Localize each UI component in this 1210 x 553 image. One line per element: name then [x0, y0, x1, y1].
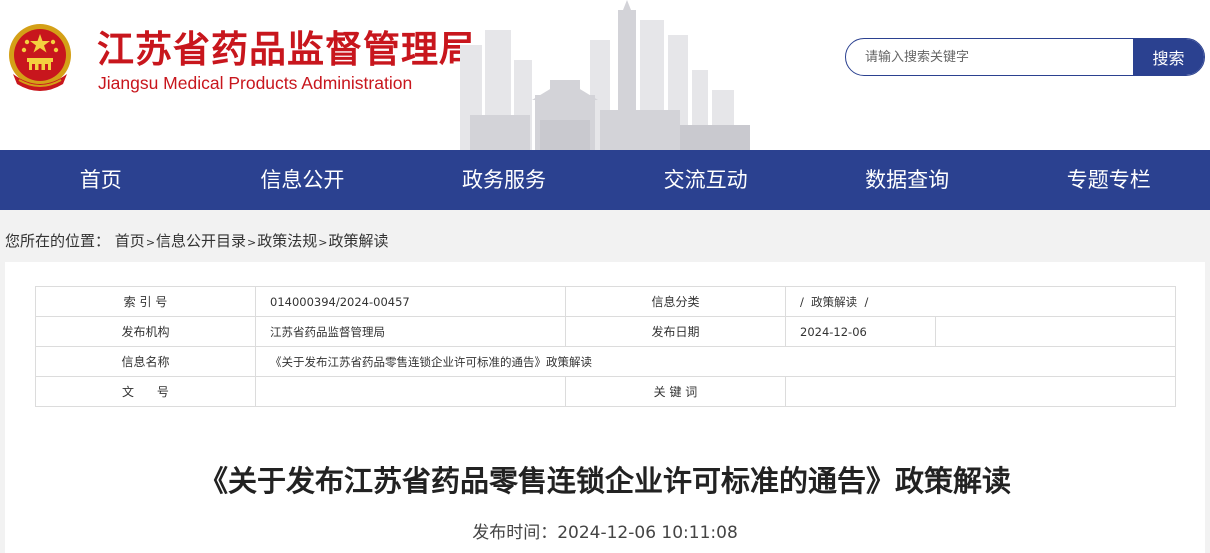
info-name-label: 信息名称 — [35, 346, 256, 377]
publisher-value: 江苏省药品监督管理局 — [255, 316, 566, 347]
publish-date-value: 2024-12-06 — [785, 316, 936, 347]
empty-cell — [935, 316, 1176, 347]
breadcrumb-prefix: 您所在的位置： — [5, 232, 111, 250]
info-meta-table: 索 引 号 014000394/2024-00457 信息分类 / 政策解读 /… — [35, 286, 1176, 407]
search-input[interactable] — [846, 39, 1133, 75]
breadcrumb-link-home[interactable]: 首页 — [115, 232, 145, 250]
article-title: 《关于发布江苏省药品零售连锁企业许可标准的通告》政策解读 — [198, 464, 1011, 498]
table-row: 信息名称 《关于发布江苏省药品零售连锁企业许可标准的通告》政策解读 — [35, 346, 1176, 377]
breadcrumb-link-policy-interpretation[interactable]: 政策解读 — [329, 232, 389, 250]
site-header: 江苏省药品监督管理局 Jiangsu Medical Products Admi… — [0, 0, 1210, 150]
nav-item-data-query[interactable]: 数据查询 — [806, 150, 1008, 210]
main-nav: 首页 信息公开 政务服务 交流互动 数据查询 专题专栏 — [0, 150, 1210, 210]
nav-item-special-topics[interactable]: 专题专栏 — [1008, 150, 1210, 210]
breadcrumb-separator: > — [145, 236, 156, 249]
publish-time: 发布时间：2024-12-06 10:11:08 — [472, 523, 738, 543]
table-row: 发布机构 江苏省药品监督管理局 发布日期 2024-12-06 — [35, 316, 1176, 347]
doc-number-value — [255, 376, 566, 407]
national-emblem-icon[interactable] — [5, 22, 75, 96]
nav-item-gov-services[interactable]: 政务服务 — [403, 150, 605, 210]
publisher-label: 发布机构 — [35, 316, 256, 347]
info-name-value: 《关于发布江苏省药品零售连锁企业许可标准的通告》政策解读 — [255, 346, 1176, 377]
breadcrumb-separator: > — [318, 236, 328, 249]
nav-item-home[interactable]: 首页 — [0, 150, 202, 210]
keywords-value — [785, 376, 1176, 407]
nav-item-interaction[interactable]: 交流互动 — [605, 150, 807, 210]
article-content: 索 引 号 014000394/2024-00457 信息分类 / 政策解读 /… — [5, 262, 1205, 553]
doc-number-label: 文 号 — [35, 376, 256, 407]
table-row: 文 号 关 键 词 — [35, 376, 1176, 407]
nav-item-info-disclosure[interactable]: 信息公开 — [202, 150, 404, 210]
category-value: / 政策解读 / — [785, 286, 1176, 317]
breadcrumb-link-info-catalog[interactable]: 信息公开目录 — [156, 232, 246, 250]
site-subtitle: Jiangsu Medical Products Administration — [98, 73, 413, 93]
keywords-label: 关 键 词 — [565, 376, 786, 407]
breadcrumb: 您所在的位置： 首页>信息公开目录>政策法规>政策解读 — [5, 230, 389, 252]
breadcrumb-separator: > — [247, 236, 257, 249]
search-button[interactable]: 搜索 — [1133, 39, 1204, 75]
index-number-label: 索 引 号 — [35, 286, 256, 317]
table-row: 索 引 号 014000394/2024-00457 信息分类 / 政策解读 / — [35, 286, 1176, 317]
city-skyline-decoration — [460, 0, 750, 150]
publish-date-label: 发布日期 — [565, 316, 786, 347]
category-label: 信息分类 — [565, 286, 786, 317]
index-number-value: 014000394/2024-00457 — [255, 286, 566, 317]
breadcrumb-link-policy-regulations[interactable]: 政策法规 — [257, 232, 317, 250]
site-title[interactable]: 江苏省药品监督管理局 — [97, 28, 477, 72]
search-box: 搜索 — [845, 38, 1205, 76]
